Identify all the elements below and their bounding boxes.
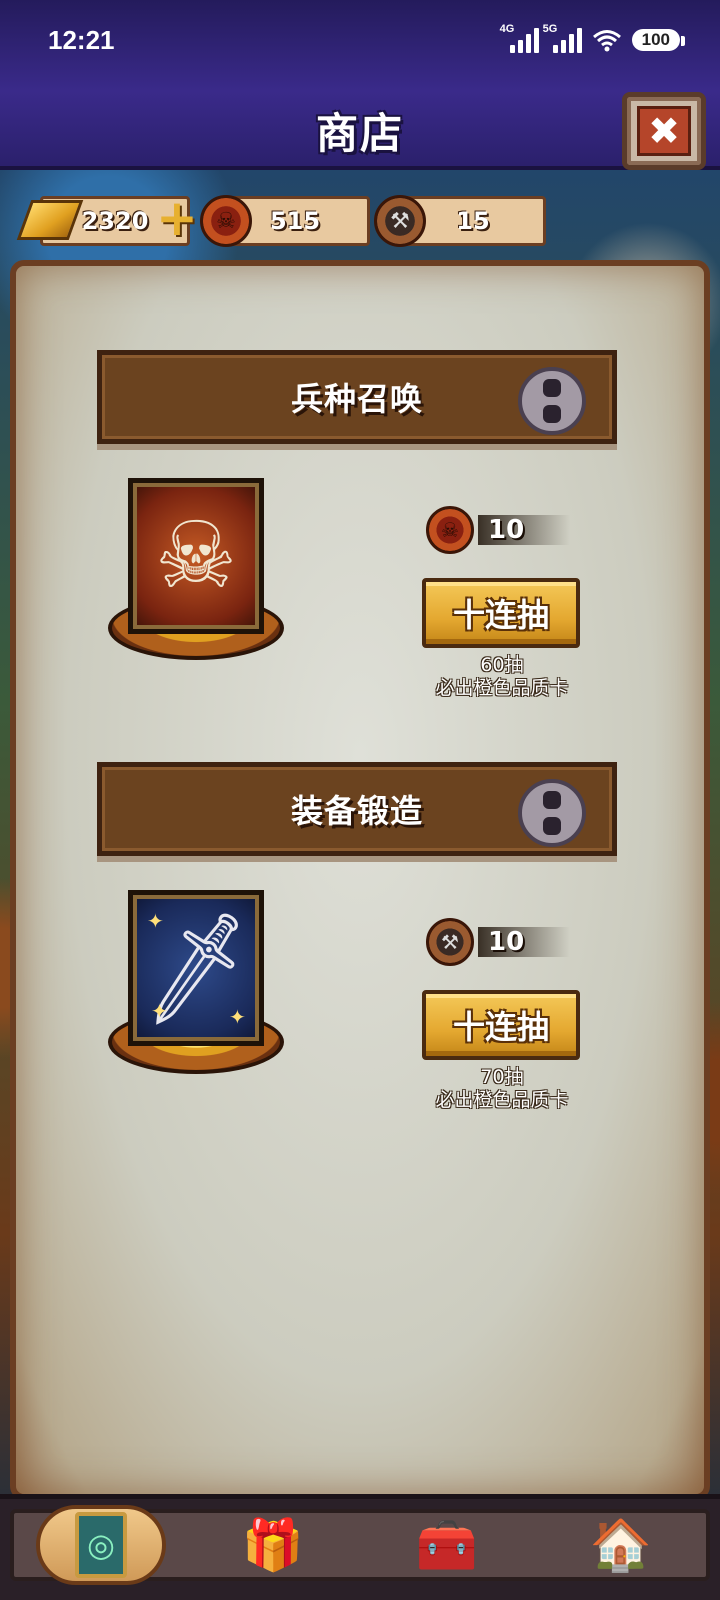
wifi-icon	[592, 30, 621, 52]
price-row: ☠ 10	[426, 506, 570, 554]
demon-coin-icon: ☠	[200, 195, 252, 247]
summon-token-value: 515	[269, 207, 321, 235]
nav-item-treasure[interactable]: 🧰	[382, 1505, 512, 1585]
clock: 12:21	[48, 24, 115, 55]
info-button[interactable]	[518, 779, 586, 847]
close-icon: ✖	[637, 106, 691, 156]
signal-4g-icon: 4G	[500, 23, 539, 53]
ten-draw-button-equipment[interactable]: 十连抽	[422, 990, 580, 1060]
status-icons: 4G 5G 100	[500, 23, 686, 53]
section-title: 装备锻造	[290, 792, 423, 830]
signal-5g-icon: 5G	[543, 23, 582, 53]
anvil-coin-icon: ⚒	[426, 918, 474, 966]
info-button[interactable]	[518, 367, 586, 435]
barracks-icon: 🏠	[589, 1516, 653, 1574]
shop-panel	[10, 260, 710, 1500]
demon-coin-icon: ☠	[426, 506, 474, 554]
gold-value: 2320	[81, 207, 149, 235]
section-title: 兵种召唤	[290, 380, 423, 418]
skeleton-warrior-icon: ☠	[128, 478, 264, 634]
section-banner-unit-summon: 兵种召唤	[97, 350, 617, 444]
anvil-coin-icon: ⚒	[374, 195, 426, 247]
section-banner-equipment-forge: 装备锻造	[97, 762, 617, 856]
ten-draw-button-unit[interactable]: 十连抽	[422, 578, 580, 648]
pity-note: 60抽 必出橙色品质卡	[435, 654, 569, 699]
pity-note: 70抽 必出橙色品质卡	[435, 1066, 569, 1111]
info-icon	[543, 791, 561, 835]
forge-token-value: 15	[456, 207, 490, 235]
card-icon: ◎	[75, 1512, 127, 1578]
info-icon	[543, 379, 561, 423]
price-value: 10	[478, 515, 570, 545]
add-gold-button[interactable]: +	[156, 193, 198, 243]
price-row: ⚒ 10	[426, 918, 570, 966]
close-button[interactable]: ✖	[622, 92, 706, 170]
treasure-chest-icon: 🧰	[415, 1516, 479, 1574]
gift-icon: 🎁	[241, 1516, 305, 1574]
page-title: 商店	[315, 109, 404, 158]
header: 12:21 4G 5G 100 商店 ✖	[0, 0, 720, 170]
battery-indicator: 100	[631, 29, 686, 51]
bottom-nav: ◎ 🎁 🧰 🏠	[0, 1494, 720, 1600]
nav-item-cards[interactable]: ◎	[36, 1505, 166, 1585]
sword-icon: 🗡 ✦ ✦ ✦	[128, 890, 264, 1046]
nav-item-gifts[interactable]: 🎁	[208, 1505, 338, 1585]
price-value: 10	[478, 927, 570, 957]
status-bar: 12:21 4G 5G 100	[0, 0, 720, 80]
nav-item-barracks[interactable]: 🏠	[556, 1505, 686, 1585]
